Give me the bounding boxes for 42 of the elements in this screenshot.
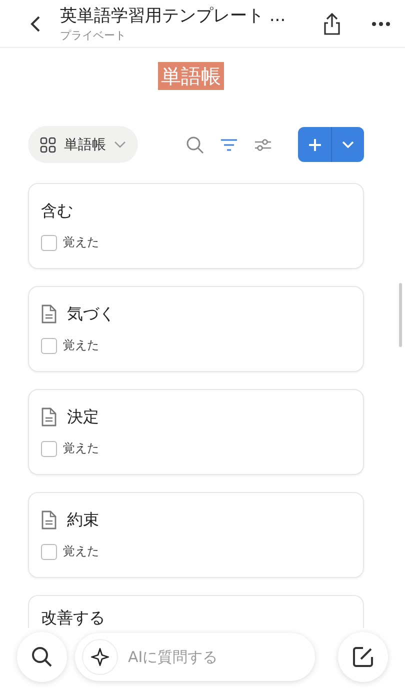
checkbox-label: 覚えた [63, 337, 99, 354]
grid-icon [40, 136, 56, 152]
document-icon [41, 510, 57, 530]
settings-button[interactable] [254, 138, 272, 152]
card-background[interactable]: 改善する [28, 595, 364, 628]
card-title: 気づく [67, 304, 115, 324]
checkbox-label: 覚えた [63, 440, 99, 457]
edit-icon [352, 646, 374, 668]
card-title: 約束 [67, 510, 99, 530]
workspace-label: プライベート [60, 28, 127, 43]
sliders-icon [254, 138, 272, 152]
document-icon [41, 304, 57, 324]
sparkle-icon [91, 648, 109, 666]
checkbox-label: 覚えた [63, 234, 99, 251]
database-title: 単語帳 [158, 62, 224, 90]
card-title: 改善する [41, 608, 105, 628]
checkbox[interactable] [41, 440, 57, 456]
more-icon [371, 20, 391, 26]
compose-button[interactable] [338, 632, 388, 682]
card-background[interactable]: 含む 覚えた [28, 183, 364, 269]
checkbox[interactable] [41, 544, 57, 560]
share-icon [323, 12, 341, 34]
card-background[interactable]: 気づく 覚えた [28, 286, 364, 372]
filter-button[interactable] [220, 138, 238, 152]
filter-icon [220, 138, 238, 152]
checkbox[interactable] [41, 338, 57, 354]
search-icon [186, 136, 204, 154]
document-icon [41, 407, 57, 427]
card-background[interactable]: 約束 覚えた [28, 492, 364, 578]
back-icon [30, 14, 42, 32]
card-title: 決定 [67, 406, 99, 428]
chevron-down-icon [114, 140, 126, 148]
card-title: 含む [41, 200, 73, 222]
card-background[interactable]: 決定 覚えた [28, 389, 364, 475]
checkbox[interactable] [41, 234, 57, 250]
checkbox-label: 覚えた [63, 543, 99, 560]
chevron-down-icon [342, 140, 354, 148]
search-icon [31, 646, 53, 668]
plus-icon [308, 138, 322, 152]
page-title: 英単語学習用テンプレート ... [60, 5, 287, 27]
view-selector[interactable]: 単語帳 [28, 126, 138, 163]
search-button[interactable] [17, 632, 67, 682]
